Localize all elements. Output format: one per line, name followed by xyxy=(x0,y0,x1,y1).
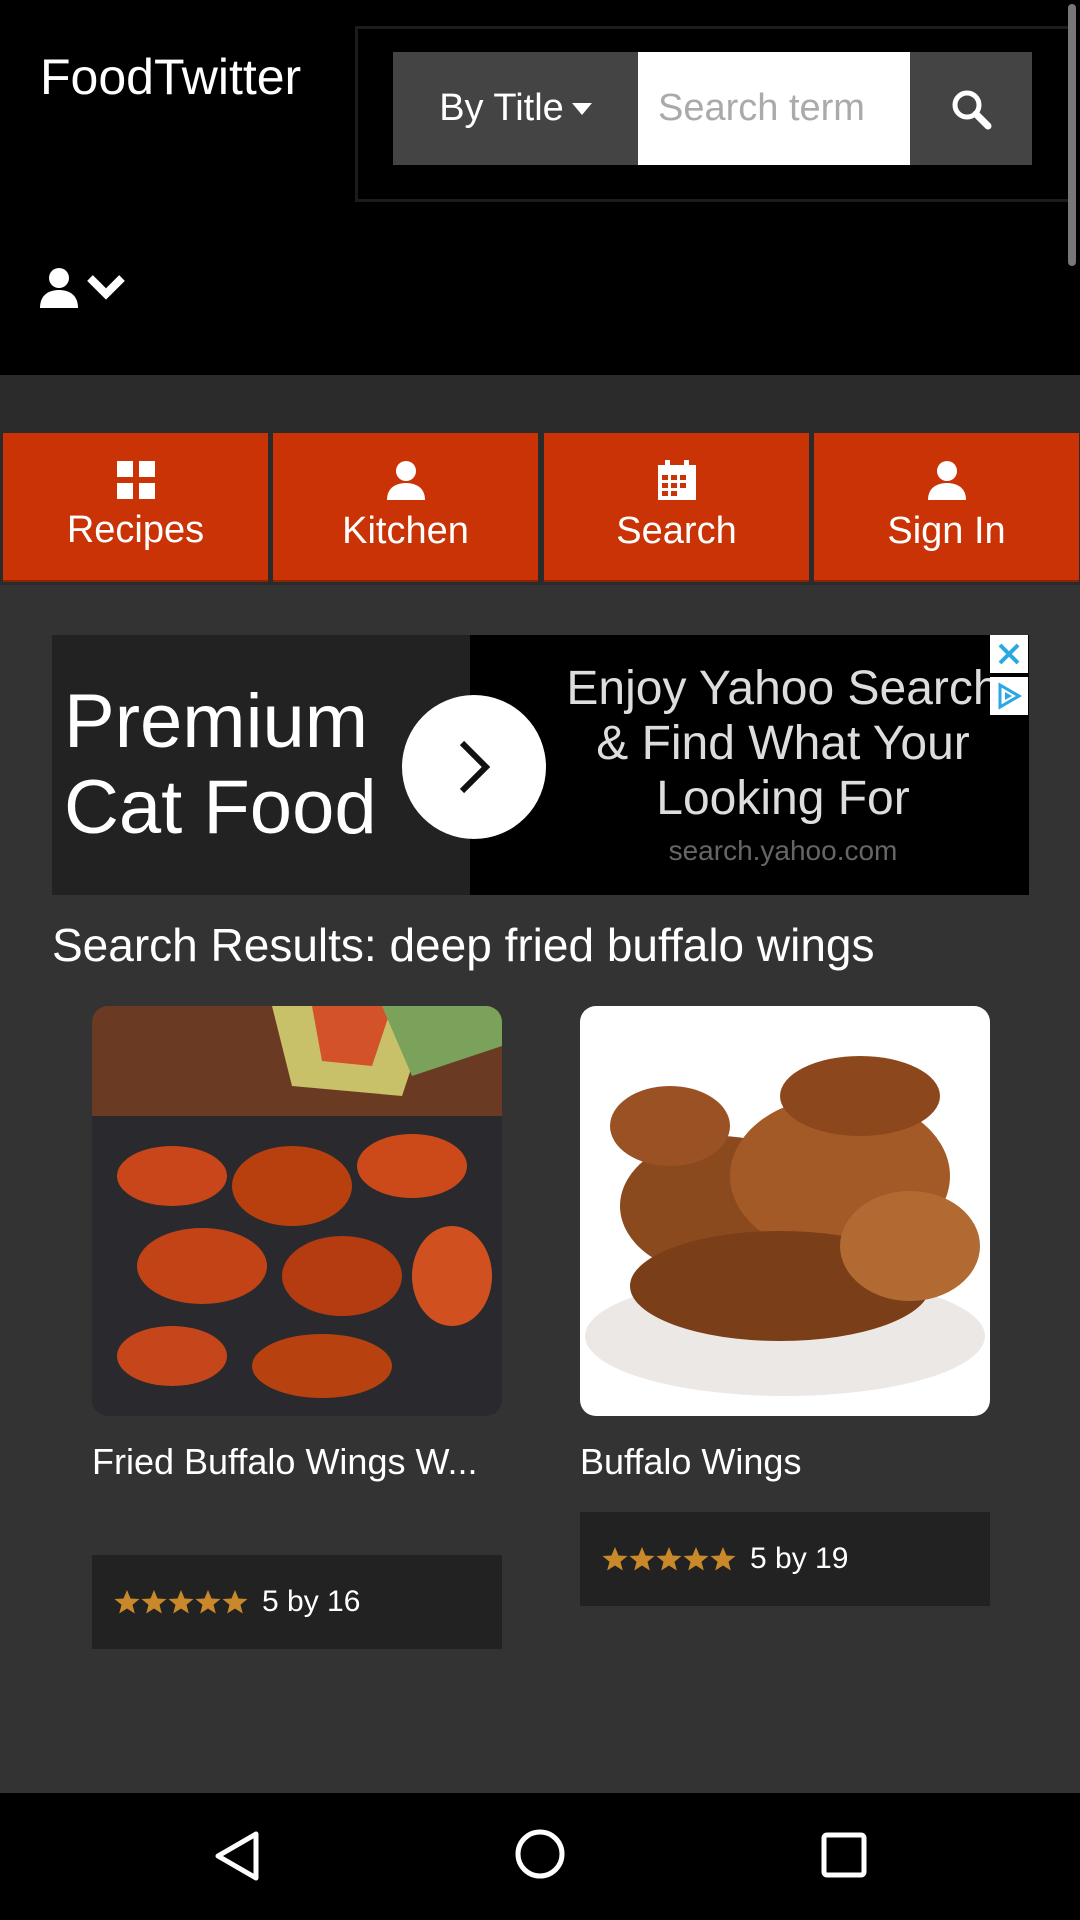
nav-search[interactable]: Search xyxy=(544,433,809,582)
search-input[interactable] xyxy=(638,52,910,165)
star-icon xyxy=(602,1547,628,1571)
home-icon[interactable] xyxy=(514,1828,566,1880)
star-icon xyxy=(168,1590,194,1614)
recipe-title-2[interactable]: Buffalo Wings xyxy=(580,1441,990,1483)
star-icon xyxy=(141,1590,167,1614)
search-icon xyxy=(952,90,992,129)
recents-icon[interactable] xyxy=(820,1831,868,1879)
user-icon xyxy=(40,268,78,308)
chevron-right-icon xyxy=(459,740,491,794)
rating-text-2: 5 by 19 xyxy=(750,1542,849,1575)
search-mode-label: By Title xyxy=(439,87,564,129)
star-icon xyxy=(656,1547,682,1571)
brand-title[interactable]: FoodTwitter xyxy=(40,48,301,106)
food-photo xyxy=(580,1006,990,1416)
star-icon xyxy=(195,1590,221,1614)
nav-kitchen[interactable]: Kitchen xyxy=(273,433,538,582)
ad-arrow-button[interactable] xyxy=(402,695,546,839)
star-icon xyxy=(683,1547,709,1571)
star-icon xyxy=(222,1590,248,1614)
nav-sign-in-label: Sign In xyxy=(887,510,1006,552)
star-icon xyxy=(629,1547,655,1571)
user-menu[interactable] xyxy=(38,266,126,308)
calendar-icon xyxy=(657,460,696,500)
rating-box-2: 5 by 19 xyxy=(580,1512,990,1606)
ad-body-text: Enjoy Yahoo Search & Find What Your Look… xyxy=(566,662,1000,825)
search-button[interactable] xyxy=(910,52,1032,165)
ad-banner[interactable]: Premium Cat Food Enjoy Yahoo Search & Fi… xyxy=(52,635,1029,895)
grid-icon xyxy=(116,461,155,499)
search-mode-dropdown[interactable]: By Title xyxy=(393,52,638,165)
nav-recipes[interactable]: Recipes xyxy=(3,433,268,582)
system-nav-bar xyxy=(0,1793,1080,1920)
ad-url: search.yahoo.com xyxy=(668,835,898,866)
nav-kitchen-label: Kitchen xyxy=(342,510,469,552)
search-results-title: Search Results: deep fried buffalo wings xyxy=(52,919,875,971)
nav-recipes-label: Recipes xyxy=(66,509,205,551)
star-rating-2 xyxy=(602,1546,736,1572)
rating-box-1: 5 by 16 xyxy=(92,1555,502,1649)
ad-close-button[interactable] xyxy=(990,635,1028,673)
nav-sign-in[interactable]: Sign In xyxy=(814,433,1079,582)
food-photo xyxy=(92,1006,502,1416)
chevron-down-icon xyxy=(87,275,125,300)
person-icon xyxy=(386,461,425,500)
caret-down-icon xyxy=(571,102,592,115)
star-icon xyxy=(710,1547,736,1571)
recipe-title-1[interactable]: Fried Buffalo Wings W... xyxy=(92,1441,502,1483)
ad-choices-button[interactable] xyxy=(990,677,1028,715)
star-icon xyxy=(114,1590,140,1614)
back-icon[interactable] xyxy=(212,1830,262,1882)
close-icon xyxy=(998,643,1020,665)
ad-choices-icon xyxy=(998,682,1022,710)
star-rating-1 xyxy=(114,1589,248,1615)
recipe-image-1[interactable] xyxy=(92,1006,502,1416)
person-icon xyxy=(927,461,966,500)
nav-search-label: Search xyxy=(616,510,737,552)
rating-text-1: 5 by 16 xyxy=(262,1585,361,1618)
recipe-image-2[interactable] xyxy=(580,1006,990,1416)
scrollbar[interactable] xyxy=(1068,4,1076,266)
